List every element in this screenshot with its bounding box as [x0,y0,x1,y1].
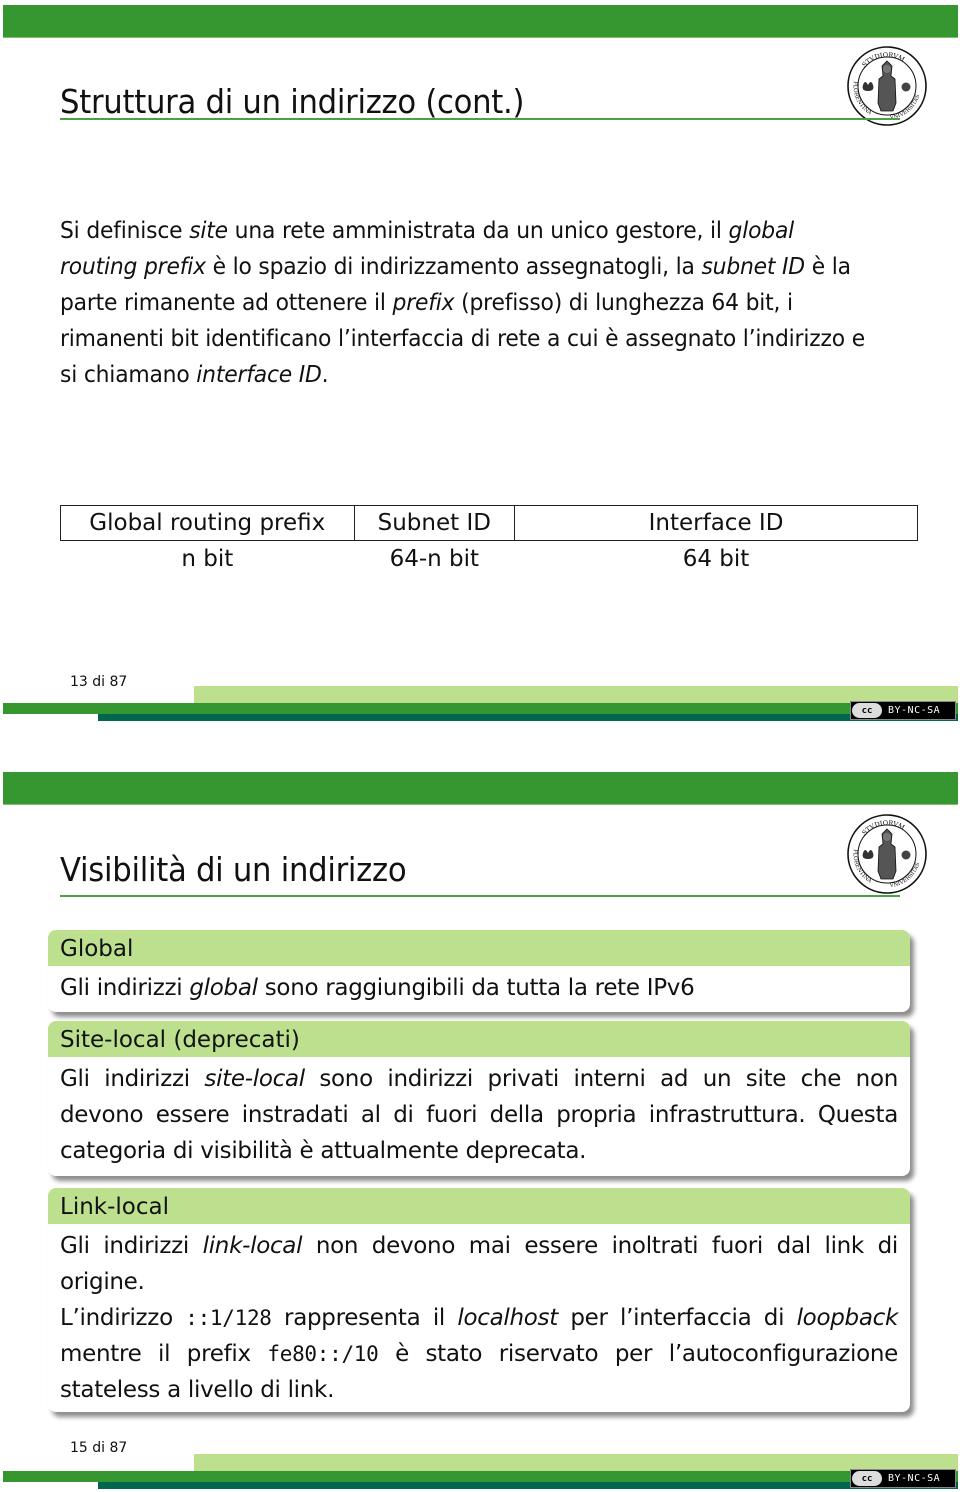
term-loopback: loopback [796,1305,899,1331]
university-seal-icon: STVDIORVM FLORENTINA VNIVERSITAS [846,813,928,895]
title-underline [60,118,900,120]
text-segment: rappresenta il [271,1305,458,1331]
footer-band-light [194,686,958,704]
block-body: Gli indirizzi link-local non devono mai … [48,1224,910,1412]
footer-band-teal [98,714,958,721]
license-text: BY-NC-SA [888,1473,941,1484]
footer-band-light [194,1454,958,1472]
table-header-row: Global routing prefix Subnet ID Interfac… [60,505,918,541]
text-segment: Gli indirizzi [60,1066,205,1092]
term-prefix: prefix [392,290,455,316]
block-body: Gli indirizzi site-local sono indirizzi … [48,1057,910,1175]
bits-interface-id: 64 bit [682,546,750,572]
block-title: Site-local (deprecati) [48,1021,910,1057]
header-interface-id: Interface ID [514,505,918,541]
page-number: 15 di 87 [70,1440,128,1456]
term-subnet-id: subnet ID [701,254,805,280]
term-localhost: localhost [457,1305,558,1331]
term-site: site [189,218,228,244]
text-segment: L’indirizzo [60,1305,186,1331]
table-row: n bit 64-n bit 64 bit [61,541,918,578]
footer-band-teal [98,1482,958,1489]
header-bar [3,772,958,805]
license-badge[interactable]: cc BY-NC-SA [850,701,956,720]
text-segment: Si definisce [60,218,190,244]
term-site-local: site-local [204,1066,305,1092]
block-title: Global [48,930,910,966]
slide-15: Visibilità di un indirizzo STVDIORVM FLO… [0,766,960,1492]
header-subnet-id: Subnet ID [353,505,516,541]
slide-13: Struttura di un indirizzo (cont.) STVDIO… [0,0,960,740]
title-underline [60,895,900,897]
university-seal-icon: STVDIORVM FLORENTINA VNIVERSITAS [846,45,928,127]
page-number: 13 di 87 [70,674,128,690]
block-body: Gli indirizzi global sono raggiungibili … [48,966,910,1012]
footer-band-green [3,1471,958,1482]
license-badge[interactable]: cc BY-NC-SA [850,1469,956,1488]
address-structure-table: Global routing prefix Subnet ID Interfac… [60,505,918,577]
block-title: Link-local [48,1188,910,1224]
text-segment: Gli indirizzi [60,1233,203,1259]
creative-commons-icon: cc [852,1471,882,1486]
text-segment: una rete amministrata da un unico gestor… [227,218,729,244]
footer-band-green [3,703,958,714]
code-localhost-address: ::1/128 [185,1306,272,1330]
block-link-local: Link-local Gli indirizzi link-local non … [48,1188,910,1412]
definition-paragraph: Si definisce site una rete amministrata … [60,213,868,393]
text-segment: è lo spazio di indirizzamento assegnatog… [205,254,702,280]
slide-title: Visibilità di un indirizzo [60,850,407,889]
bits-subnet-id: 64-n bit [389,546,480,572]
term-interface-id: interface ID [196,362,322,388]
text-segment: . [321,362,329,388]
text-segment: sono raggiungibili da tutta la rete IPv6 [257,975,695,1001]
license-text: BY-NC-SA [888,705,941,716]
text-segment: mentre il prefix [60,1341,268,1367]
creative-commons-icon: cc [852,703,882,718]
header-global-routing-prefix: Global routing prefix [60,505,355,541]
header-bar [3,5,958,38]
block-global: Global Gli indirizzi global sono raggiun… [48,930,910,1012]
text-segment: per l’interfaccia di [557,1305,797,1331]
term-global: global [189,975,258,1001]
block-site-local: Site-local (deprecati) Gli indirizzi sit… [48,1021,910,1176]
slide-title: Struttura di un indirizzo (cont.) [60,82,525,121]
bits-global-routing-prefix: n bit [181,546,234,572]
term-link-local: link-local [202,1233,303,1259]
text-segment: Gli indirizzi [60,975,190,1001]
code-link-local-prefix: fe80::/10 [267,1342,379,1366]
